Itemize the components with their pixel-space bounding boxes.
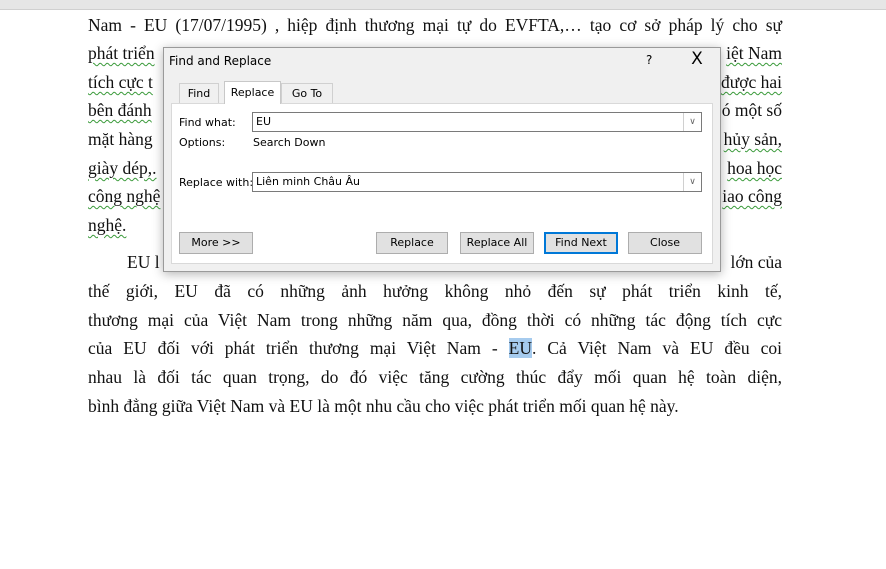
doc-line: hủy sản, xyxy=(723,129,782,149)
ruler-bar xyxy=(0,0,886,10)
find-what-label: Find what: xyxy=(179,116,236,129)
text: của EU đối với phát triển thương mại Việ… xyxy=(88,338,509,358)
find-next-button[interactable]: Find Next xyxy=(544,232,618,254)
doc-line: được hai xyxy=(720,72,782,92)
doc-line: bình đẳng giữa Việt Nam và EU là một nhu… xyxy=(88,396,679,416)
find-replace-dialog: Find and Replace ? X Find Replace Go To … xyxy=(163,47,721,272)
doc-line: của EU đối với phát triển thương mại Việ… xyxy=(88,338,782,359)
doc-line: công nghệ xyxy=(88,186,161,206)
options-value: Search Down xyxy=(253,136,326,149)
close-button[interactable]: Close xyxy=(628,232,702,254)
doc-line: nghệ. xyxy=(88,215,127,235)
tab-find[interactable]: Find xyxy=(179,83,219,103)
doc-line: Nam - EU (17/07/1995) , hiệp định thương… xyxy=(88,15,782,35)
doc-line: phát triển xyxy=(88,43,155,63)
doc-line: nhau là đối tác quan trọng, do đó việc t… xyxy=(88,367,782,387)
options-label: Options: xyxy=(179,136,226,149)
doc-line: lớn của xyxy=(730,252,782,272)
text: . Cả Việt Nam và EU đều coi xyxy=(531,338,782,358)
doc-line: thế giới, EU đã có những ảnh hưởng không… xyxy=(88,281,782,301)
doc-line: hoa học xyxy=(727,158,782,178)
tab-go-to[interactable]: Go To xyxy=(281,83,333,103)
close-icon[interactable]: X xyxy=(686,49,708,69)
doc-line: ó một số xyxy=(721,100,782,120)
doc-line: bên đánh xyxy=(88,100,152,120)
replace-with-value: Liên minh Châu Âu xyxy=(256,175,360,188)
doc-line: mặt hàng xyxy=(88,129,153,149)
replace-with-label: Replace with: xyxy=(179,176,254,189)
replace-all-button[interactable]: Replace All xyxy=(460,232,534,254)
tab-replace[interactable]: Replace xyxy=(224,81,281,104)
more-button[interactable]: More >> xyxy=(179,232,253,254)
chevron-down-icon[interactable]: ∨ xyxy=(683,173,701,191)
find-what-input[interactable]: EU ∨ xyxy=(252,112,702,132)
replace-button[interactable]: Replace xyxy=(376,232,448,254)
help-button[interactable]: ? xyxy=(646,53,652,67)
replace-with-input[interactable]: Liên minh Châu Âu ∨ xyxy=(252,172,702,192)
chevron-down-icon[interactable]: ∨ xyxy=(683,113,701,131)
doc-line: thương mại của Việt Nam trong những năm … xyxy=(88,310,782,330)
doc-line: iao công xyxy=(722,186,782,206)
doc-line: EU l xyxy=(127,252,160,272)
dialog-title: Find and Replace xyxy=(169,54,272,68)
doc-line: iệt Nam xyxy=(726,43,782,63)
search-match-highlight: EU xyxy=(508,338,532,358)
doc-line: tích cực t xyxy=(88,72,153,92)
find-what-value: EU xyxy=(256,115,272,128)
replace-panel: Find what: EU ∨ Options: Search Down Repl… xyxy=(171,103,713,264)
doc-line: giày dép,. xyxy=(88,158,157,178)
